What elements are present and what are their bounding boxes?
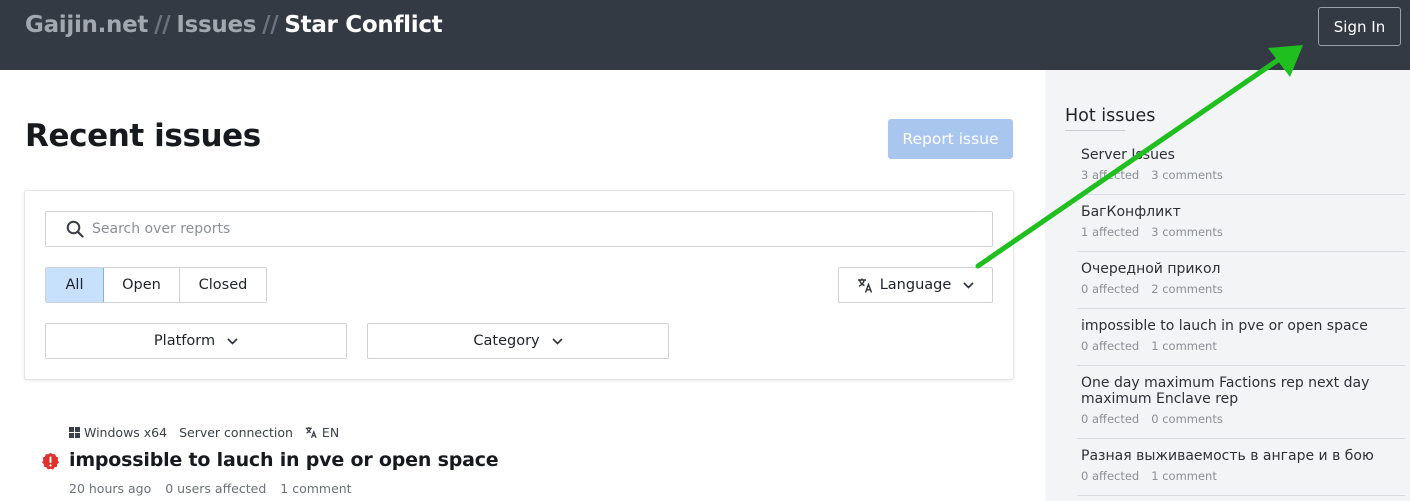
breadcrumb: Gaijin.net//Issues//Star Conflict <box>25 12 443 38</box>
hot-issue-item[interactable]: Разная выживаемость в ангаре и в бою 0 a… <box>1077 448 1405 496</box>
windows-icon <box>69 427 80 438</box>
hot-issue-title[interactable]: Разная выживаемость в ангаре и в бою <box>1081 448 1405 464</box>
hot-issue-affected: 3 affected <box>1081 168 1140 182</box>
hot-issue-item[interactable]: Очередной прикол 0 affected 2 comments <box>1077 261 1405 309</box>
hot-issue-affected: 0 affected <box>1081 412 1140 426</box>
breadcrumb-separator: // <box>262 12 279 38</box>
issue-language: EN <box>305 425 339 440</box>
hot-issues-title: Hot issues <box>1065 106 1156 126</box>
hot-issue-comments: 2 comments <box>1151 282 1223 296</box>
hot-issue-comments: 0 comments <box>1151 412 1223 426</box>
top-bar: Gaijin.net//Issues//Star Conflict Sign I… <box>0 0 1410 70</box>
divider <box>1065 130 1125 131</box>
hot-issue-affected: 1 affected <box>1081 225 1140 239</box>
hot-issue-affected: 0 affected <box>1081 339 1140 353</box>
search-box[interactable] <box>45 211 993 247</box>
search-icon <box>66 220 84 238</box>
breadcrumb-current: Star Conflict <box>284 12 443 38</box>
chevron-down-icon <box>227 337 238 345</box>
issue-comments: 1 comment <box>280 481 352 496</box>
hot-issue-title[interactable]: impossible to lauch in pve or open space <box>1081 318 1405 334</box>
category-label: Category <box>473 333 540 349</box>
breadcrumb-separator: // <box>154 12 171 38</box>
chevron-down-icon <box>552 337 563 345</box>
platform-dropdown[interactable]: Platform <box>45 323 347 359</box>
issue-title[interactable]: impossible to lauch in pve or open space <box>69 449 499 471</box>
hot-issue-item[interactable]: Server Issues 3 affected 3 comments <box>1077 147 1405 195</box>
issue-affected: 0 users affected <box>165 481 267 496</box>
report-issue-button[interactable]: Report issue <box>888 119 1013 159</box>
issue-category: Server connection <box>179 425 293 440</box>
category-dropdown[interactable]: Category <box>367 323 669 359</box>
language-dropdown[interactable]: Language <box>838 267 993 303</box>
issue-time: 20 hours ago <box>69 481 152 496</box>
hot-issue-affected: 0 affected <box>1081 282 1140 296</box>
language-label: Language <box>879 277 952 293</box>
hot-issue-item[interactable]: One day maximum Factions rep next day ma… <box>1077 375 1405 439</box>
hot-issue-comments: 3 comments <box>1151 168 1223 182</box>
translate-icon <box>857 278 872 293</box>
hot-issue-comments: 1 comment <box>1151 339 1217 353</box>
hot-issue-title[interactable]: One day maximum Factions rep next day ma… <box>1081 375 1405 407</box>
issue-meta: Windows x64 Server connection EN <box>69 425 351 440</box>
alert-icon <box>41 452 60 470</box>
issue-platform-label: Windows x64 <box>84 425 168 440</box>
translate-icon <box>305 427 317 439</box>
tab-open[interactable]: Open <box>104 268 180 302</box>
issue-stats: 20 hours ago 0 users affected 1 comment <box>69 481 362 496</box>
tab-closed[interactable]: Closed <box>180 268 266 302</box>
platform-label: Platform <box>153 333 216 349</box>
hot-issue-title[interactable]: Очередной прикол <box>1081 261 1405 277</box>
sign-in-button[interactable]: Sign In <box>1318 7 1401 46</box>
breadcrumb-issues[interactable]: Issues <box>176 12 256 38</box>
chevron-down-icon <box>963 281 974 289</box>
status-filter: All Open Closed <box>45 267 267 303</box>
hot-issue-title[interactable]: БагКонфликт <box>1081 204 1405 220</box>
page-title: Recent issues <box>25 118 261 154</box>
issue-platform: Windows x64 <box>69 425 167 440</box>
breadcrumb-gaijin[interactable]: Gaijin.net <box>25 12 148 38</box>
hot-issue-item[interactable]: impossible to lauch in pve or open space… <box>1077 318 1405 366</box>
hot-issue-comments: 3 comments <box>1151 225 1223 239</box>
hot-issue-comments: 1 comment <box>1151 469 1217 483</box>
hot-issue-affected: 0 affected <box>1081 469 1140 483</box>
hot-issue-item[interactable]: БагКонфликт 1 affected 3 comments <box>1077 204 1405 252</box>
hot-issue-title[interactable]: Server Issues <box>1081 147 1405 163</box>
tab-all[interactable]: All <box>46 268 104 302</box>
search-input[interactable] <box>92 221 942 237</box>
issue-language-label: EN <box>321 425 340 440</box>
